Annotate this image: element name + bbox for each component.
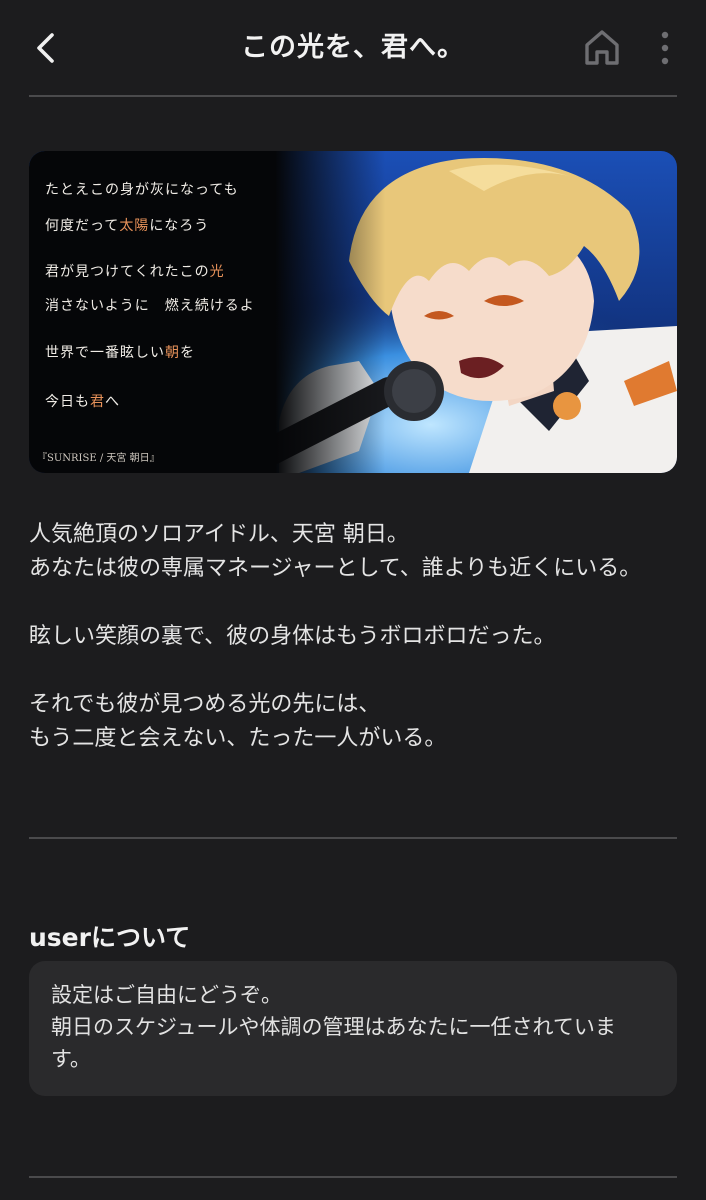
user-info-card: 設定はご自由にどうぞ。 朝日のスケジュールや体調の管理はあなたに一任されています… — [29, 961, 677, 1096]
lyric-line: 消さないように 燃え続けるよ — [45, 298, 255, 314]
lyric-line: 今日も君へ — [45, 394, 120, 410]
header-divider — [29, 95, 677, 97]
description-paragraph: それでも彼が見つめる光の先には、 もう二度と会えない、たった一人がいる。 — [29, 692, 447, 751]
user-info-text: 設定はご自由にどうぞ。 朝日のスケジュールや体調の管理はあなたに一任されています… — [51, 983, 616, 1071]
cover-banner: たとえこの身が灰になっても 何度だって太陽になろう 君が見つけてくれたこの光 消… — [29, 151, 677, 473]
home-button[interactable] — [580, 24, 624, 70]
more-options-button[interactable] — [650, 26, 680, 70]
home-icon — [585, 30, 619, 65]
more-vertical-icon — [661, 31, 669, 65]
lyric-line: 何度だって太陽になろう — [45, 218, 210, 234]
description-paragraph: 眩しい笑顔の裏で、彼の身体はもうボロボロだった。 — [29, 624, 556, 649]
song-credit: 『SUNRISE / 天宮 朝日』 — [37, 453, 160, 464]
user-section-heading: userについて — [29, 923, 191, 952]
bottom-divider — [29, 1176, 677, 1178]
story-description: 人気絶頂のソロアイドル、天宮 朝日。 あなたは彼の専属マネージャーとして、誰より… — [29, 518, 679, 756]
lyric-line: 君が見つけてくれたこの光 — [45, 264, 225, 280]
description-paragraph: 人気絶頂のソロアイドル、天宮 朝日。 あなたは彼の専属マネージャーとして、誰より… — [29, 522, 642, 581]
section-divider — [29, 837, 677, 839]
top-bar: この光を、君へ。 — [0, 0, 706, 96]
lyric-line: たとえこの身が灰になっても — [45, 182, 239, 198]
lyric-line: 世界で一番眩しい朝を — [45, 345, 195, 361]
